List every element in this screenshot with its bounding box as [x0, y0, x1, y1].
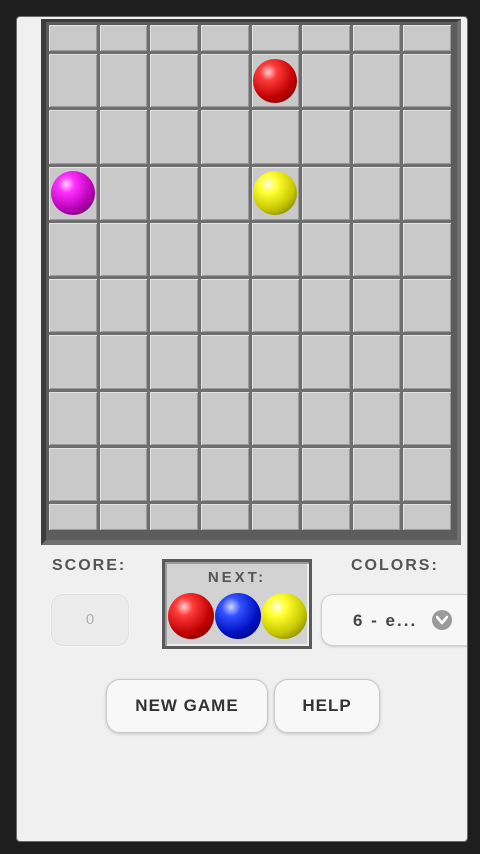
board-cell[interactable] — [251, 222, 300, 276]
board-cell[interactable] — [251, 335, 300, 389]
board-cell[interactable] — [302, 504, 350, 530]
board-cell[interactable] — [352, 54, 401, 108]
board-cell[interactable] — [150, 25, 198, 51]
board-cell[interactable] — [200, 166, 249, 220]
board-cell[interactable] — [99, 166, 148, 220]
board-cell[interactable] — [403, 504, 451, 530]
board-cell[interactable] — [251, 25, 300, 51]
board-cell[interactable] — [403, 222, 451, 276]
score-label: SCORE: — [52, 557, 127, 574]
next-blue-ball — [215, 593, 261, 639]
board-cell[interactable] — [49, 166, 97, 220]
chevron-down-icon — [432, 610, 452, 630]
board-cell[interactable] — [200, 222, 249, 276]
next-label: NEXT: — [207, 569, 267, 586]
board-cell[interactable] — [99, 504, 148, 530]
board-cell[interactable] — [49, 504, 97, 530]
board-cell[interactable] — [302, 222, 350, 276]
colors-label: COLORS: — [351, 557, 439, 574]
board-cell[interactable] — [49, 222, 97, 276]
colors-select-value: 6 - e... — [353, 611, 418, 630]
board-cell[interactable] — [352, 447, 401, 501]
colors-select[interactable]: 6 - e... — [321, 594, 467, 646]
next-yellow-ball — [261, 593, 307, 639]
board-cell[interactable] — [49, 391, 97, 445]
board-cell[interactable] — [150, 222, 198, 276]
board-cell[interactable] — [200, 391, 249, 445]
board-cell[interactable] — [99, 335, 148, 389]
board-cell[interactable] — [352, 110, 401, 164]
new-game-button[interactable]: NEW GAME — [106, 679, 268, 733]
next-balls-box: NEXT: — [162, 559, 312, 649]
board-cell[interactable] — [49, 279, 97, 333]
board-cell[interactable] — [49, 447, 97, 501]
board-cell[interactable] — [49, 335, 97, 389]
board-cell[interactable] — [150, 504, 198, 530]
board-cell[interactable] — [302, 279, 350, 333]
board-cell[interactable] — [251, 54, 300, 108]
board-frame — [41, 19, 461, 545]
board-cell[interactable] — [352, 279, 401, 333]
board-cell[interactable] — [200, 25, 249, 51]
board-cell[interactable] — [200, 504, 249, 530]
board-cell[interactable] — [403, 110, 451, 164]
board-cell[interactable] — [302, 391, 350, 445]
board-cell[interactable] — [200, 279, 249, 333]
board-cell[interactable] — [352, 166, 401, 220]
magenta-ball[interactable] — [50, 171, 95, 216]
board-cell[interactable] — [99, 25, 148, 51]
board-cell[interactable] — [99, 54, 148, 108]
board-cell[interactable] — [302, 25, 350, 51]
board-cell[interactable] — [251, 166, 300, 220]
score-display: 0 — [51, 594, 129, 646]
board-cell[interactable] — [200, 335, 249, 389]
red-ball[interactable] — [253, 58, 298, 103]
board-cell[interactable] — [302, 335, 350, 389]
board-cell[interactable] — [200, 447, 249, 501]
board-cell[interactable] — [200, 110, 249, 164]
board-cell[interactable] — [403, 447, 451, 501]
board-cell[interactable] — [99, 447, 148, 501]
board-cell[interactable] — [352, 504, 401, 530]
board-cell[interactable] — [302, 447, 350, 501]
game-panel: SCORE: 0 NEXT: COLORS: 6 - e... NEW GAME… — [16, 16, 468, 842]
board-cell[interactable] — [150, 166, 198, 220]
board-cell[interactable] — [150, 54, 198, 108]
board-cell[interactable] — [403, 335, 451, 389]
board-cell[interactable] — [49, 110, 97, 164]
board-cell[interactable] — [352, 391, 401, 445]
board-cell[interactable] — [200, 54, 249, 108]
board-cell[interactable] — [251, 504, 300, 530]
board-cell[interactable] — [251, 447, 300, 501]
board-cell[interactable] — [352, 25, 401, 51]
board-cell[interactable] — [99, 391, 148, 445]
board-cell[interactable] — [302, 54, 350, 108]
board-cell[interactable] — [150, 279, 198, 333]
board-cell[interactable] — [150, 335, 198, 389]
game-board — [49, 25, 451, 530]
board-cell[interactable] — [403, 25, 451, 51]
board-cell[interactable] — [352, 335, 401, 389]
board-cell[interactable] — [99, 222, 148, 276]
board-cell[interactable] — [403, 166, 451, 220]
yellow-ball[interactable] — [253, 171, 298, 216]
board-cell[interactable] — [251, 391, 300, 445]
board-cell[interactable] — [49, 54, 97, 108]
board-cell[interactable] — [99, 279, 148, 333]
board-cell[interactable] — [403, 391, 451, 445]
board-cell[interactable] — [150, 447, 198, 501]
next-red-ball — [168, 593, 214, 639]
board-cell[interactable] — [150, 391, 198, 445]
board-cell[interactable] — [403, 54, 451, 108]
board-cell[interactable] — [251, 110, 300, 164]
board-cell[interactable] — [150, 110, 198, 164]
help-button[interactable]: HELP — [274, 679, 380, 733]
board-cell[interactable] — [352, 222, 401, 276]
board-cell[interactable] — [99, 110, 148, 164]
board-cell[interactable] — [302, 110, 350, 164]
board-cell[interactable] — [49, 25, 97, 51]
board-cell[interactable] — [302, 166, 350, 220]
board-cell[interactable] — [251, 279, 300, 333]
board-cell[interactable] — [403, 279, 451, 333]
